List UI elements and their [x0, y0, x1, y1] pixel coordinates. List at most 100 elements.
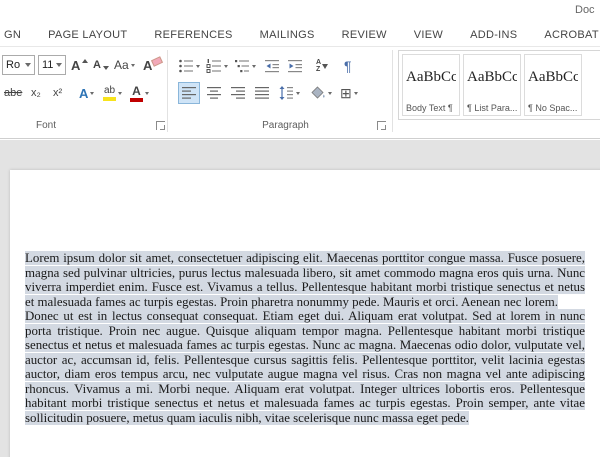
style-preview: AaBbCcDd [528, 57, 578, 97]
paragraph-dialog-launcher[interactable] [377, 121, 386, 130]
tab-acrobat[interactable]: ACROBAT [544, 29, 598, 41]
paragraph-group-label: Paragraph [238, 120, 333, 131]
ribbon-tab-bar: GN PAGE LAYOUT REFERENCES MAILINGS REVIE… [0, 24, 600, 46]
style-label: Body Text ¶ [406, 103, 456, 113]
font-dialog-launcher[interactable] [156, 121, 165, 130]
text-effects-button[interactable]: A [79, 82, 94, 104]
sort-icon: A Z [316, 59, 328, 73]
tab-add-ins[interactable]: ADD-INS [470, 29, 517, 41]
bullets-icon [178, 58, 194, 74]
numbering-button[interactable] [206, 55, 228, 77]
strikethrough-icon: abe [4, 87, 22, 99]
align-right-button[interactable] [227, 82, 249, 104]
pilcrow-icon: ¶ [344, 58, 352, 74]
align-left-icon [181, 85, 197, 101]
justify-icon [254, 85, 270, 101]
chevron-down-icon [196, 65, 200, 68]
paint-bucket-icon [310, 85, 326, 101]
style-item-body-text[interactable]: AaBbCcDd Body Text ¶ [402, 54, 460, 116]
borders-button[interactable]: ⊞ [340, 82, 358, 104]
text-highlight-color-button[interactable]: ab [103, 82, 122, 104]
yellow-bar-icon [103, 97, 116, 101]
chevron-down-icon [118, 92, 122, 95]
multilevel-list-button[interactable] [234, 55, 256, 77]
chevron-down-icon[interactable] [56, 63, 62, 67]
subscript-button[interactable]: x₂ [31, 82, 41, 104]
shading-button[interactable] [310, 82, 332, 104]
style-label: ¶ No Spac... [528, 103, 578, 113]
align-left-button[interactable] [178, 82, 200, 104]
down-arrow-icon [322, 64, 328, 69]
grow-font-icon: A [71, 58, 80, 73]
tab-view[interactable]: VIEW [414, 29, 443, 41]
decrease-indent-button[interactable] [264, 55, 280, 77]
group-separator [392, 50, 393, 132]
justify-button[interactable] [251, 82, 273, 104]
borders-icon: ⊞ [340, 86, 352, 100]
multilevel-list-icon [234, 58, 250, 74]
chevron-down-icon [296, 92, 300, 95]
document-workspace: Lorem ipsum dolor sit amet, consectetuer… [0, 140, 600, 457]
window-title-partial: Doc [575, 4, 595, 16]
text-effects-icon: A [79, 86, 88, 101]
change-case-button[interactable]: Aa [114, 54, 135, 76]
paragraph[interactable]: Lorem ipsum dolor sit amet, consectetuer… [25, 251, 585, 309]
style-item-no-spacing[interactable]: AaBbCcDd ¶ No Spac... [524, 54, 582, 116]
font-color-icon: A [130, 85, 143, 102]
sort-button[interactable]: A Z [316, 55, 328, 77]
line-spacing-button[interactable] [278, 82, 300, 104]
show-hide-paragraph-marks-button[interactable]: ¶ [344, 55, 352, 77]
font-size-combo[interactable]: 11 [38, 55, 66, 75]
group-separator [167, 50, 168, 132]
font-name-value: Ro [6, 59, 20, 71]
style-preview: AaBbCcDd [467, 57, 517, 97]
style-item-list-paragraph[interactable]: AaBbCcDd ¶ List Para... [463, 54, 521, 116]
superscript-button[interactable]: x² [53, 82, 62, 104]
strikethrough-button[interactable]: abe [4, 82, 22, 104]
highlight-icon: ab [103, 86, 116, 101]
down-triangle-icon [103, 66, 109, 70]
font-name-combo[interactable]: Ro [2, 55, 35, 75]
tab-design-partial[interactable]: GN [4, 29, 21, 41]
subscript-icon: x₂ [31, 87, 41, 99]
bullets-button[interactable] [178, 55, 200, 77]
ribbon: Ro 11 A A Aa A abe x₂ x² A ab [0, 46, 600, 139]
superscript-icon: x² [53, 87, 62, 99]
grow-font-button[interactable]: A [71, 54, 88, 76]
document-page[interactable]: Lorem ipsum dolor sit amet, consectetuer… [10, 170, 600, 457]
paragraph[interactable]: Donec ut est in lectus consequat consequ… [25, 309, 585, 425]
selected-text[interactable]: Lorem ipsum dolor sit amet, consectetuer… [25, 251, 585, 309]
tab-page-layout[interactable]: PAGE LAYOUT [48, 29, 127, 41]
styles-gallery: AaBbCcDd Body Text ¶ AaBbCcDd ¶ List Par… [398, 50, 600, 120]
font-color-button[interactable]: A [130, 82, 149, 104]
chevron-down-icon [131, 64, 135, 67]
chevron-down-icon[interactable] [25, 63, 31, 67]
style-label: ¶ List Para... [467, 103, 517, 113]
chevron-down-icon [252, 65, 256, 68]
tab-review[interactable]: REVIEW [342, 29, 387, 41]
increase-indent-button[interactable] [287, 55, 303, 77]
eraser-icon [151, 56, 163, 67]
shrink-font-icon: A [93, 59, 101, 71]
align-center-button[interactable] [203, 82, 225, 104]
style-preview: AaBbCcDd [406, 57, 456, 97]
chevron-down-icon [145, 92, 149, 95]
align-right-icon [230, 85, 246, 101]
chevron-down-icon [90, 92, 94, 95]
selected-text[interactable]: Donec ut est in lectus consequat consequ… [25, 309, 585, 425]
increase-indent-icon [287, 58, 303, 74]
document-text[interactable]: Lorem ipsum dolor sit amet, consectetuer… [25, 251, 585, 426]
chevron-down-icon [224, 65, 228, 68]
font-size-value: 11 [42, 59, 53, 71]
shrink-font-button[interactable]: A [93, 54, 109, 76]
change-case-icon: Aa [114, 58, 129, 72]
chevron-down-icon [328, 92, 332, 95]
tab-mailings[interactable]: MAILINGS [260, 29, 315, 41]
tab-references[interactable]: REFERENCES [154, 29, 232, 41]
title-bar: Doc [0, 0, 600, 24]
clear-formatting-button[interactable]: A [143, 54, 162, 76]
up-triangle-icon [82, 59, 88, 63]
decrease-indent-icon [264, 58, 280, 74]
chevron-down-icon [354, 92, 358, 95]
numbering-icon [206, 58, 222, 74]
